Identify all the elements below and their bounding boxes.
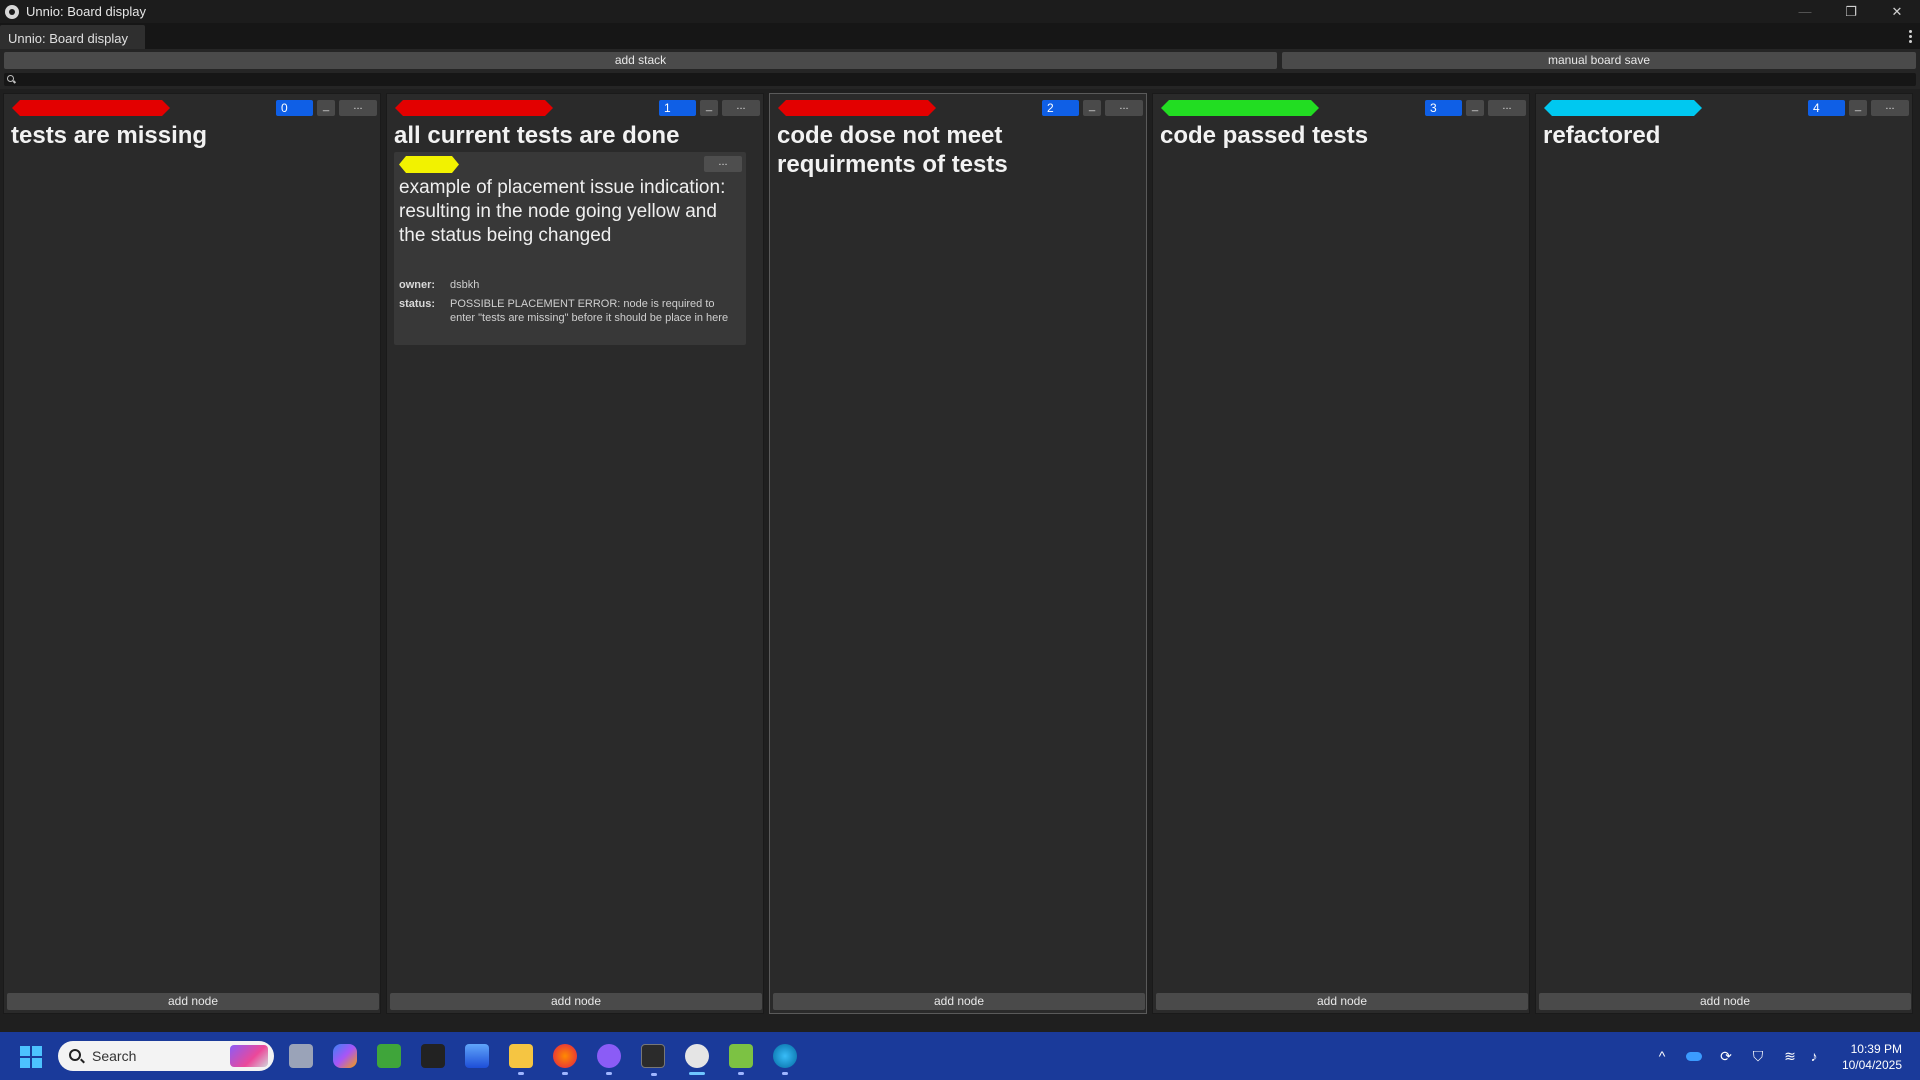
- notepad-icon[interactable]: [729, 1044, 753, 1075]
- stack-more-button[interactable]: ...: [1871, 100, 1909, 116]
- volume-icon[interactable]: ♪: [1804, 1044, 1824, 1068]
- task-view-icon[interactable]: [289, 1044, 313, 1068]
- stack-tag: [395, 100, 553, 116]
- add-node-button[interactable]: add node: [773, 993, 1145, 1010]
- unnio-app-icon: [5, 4, 19, 19]
- clock-time: 10:39 PM: [1850, 1042, 1902, 1056]
- stack-tag: [778, 100, 936, 116]
- wifi-icon[interactable]: ≋: [1780, 1044, 1800, 1068]
- shield-icon[interactable]: ⛉: [1748, 1044, 1768, 1068]
- stack-minimize-button[interactable]: _: [1466, 100, 1484, 116]
- acer-icon[interactable]: [421, 1044, 445, 1068]
- photos-icon[interactable]: [465, 1044, 489, 1068]
- stack-count-badge[interactable]: 2: [1042, 100, 1079, 116]
- stack-refactored: 4 _ ... refactored add node: [1535, 93, 1913, 1014]
- tray-overflow-chevron-icon[interactable]: ^: [1652, 1044, 1672, 1068]
- stack-more-button[interactable]: ...: [1105, 100, 1143, 116]
- unnio-icon[interactable]: [685, 1044, 709, 1075]
- node-more-button[interactable]: ...: [704, 156, 742, 172]
- search-input[interactable]: [4, 73, 1916, 86]
- clock-date: 10/04/2025: [1841, 1058, 1902, 1072]
- stack-title: tests are missing: [11, 122, 208, 149]
- stack-tests-are-missing: 0 _ ... tests are missing add node: [3, 93, 381, 1014]
- stack-count-badge[interactable]: 0: [276, 100, 313, 116]
- restore-button[interactable]: ❐: [1828, 0, 1874, 23]
- stack-count-badge[interactable]: 3: [1425, 100, 1462, 116]
- stack-title: refactored: [1543, 122, 1661, 149]
- stack-more-button[interactable]: ...: [722, 100, 760, 116]
- stack-code-passed-tests: 3 _ ... code passed tests add node: [1152, 93, 1530, 1014]
- firefox-icon[interactable]: [553, 1044, 577, 1075]
- windows-start-icon[interactable]: [20, 1046, 42, 1068]
- github-desktop-icon[interactable]: [597, 1044, 621, 1075]
- stack-count-badge[interactable]: 1: [659, 100, 696, 116]
- add-node-button[interactable]: add node: [7, 993, 379, 1010]
- add-node-button[interactable]: add node: [1539, 993, 1911, 1010]
- stack-title: all current tests are done: [394, 122, 680, 149]
- stack-code-dose-not-meet-requirments: 2 _ ... code dose not meet requirments o…: [769, 93, 1147, 1014]
- window-controls: — ❐ ✕: [1782, 0, 1920, 23]
- windows-taskbar: Search ^ ⟳ ⛉ ≋ ♪ 10:39 PM 10/04/2025: [0, 1032, 1920, 1080]
- taskbar-search-box[interactable]: Search: [58, 1041, 274, 1071]
- stack-tag: [1161, 100, 1319, 116]
- stack-all-current-tests-are-done: 1 _ ... all current tests are done ... e…: [386, 93, 764, 1014]
- minimize-button[interactable]: —: [1782, 0, 1828, 23]
- board: 0 _ ... tests are missing add node 1 _ .…: [0, 89, 1920, 1032]
- node-title: example of placement issue indication: r…: [399, 177, 726, 246]
- add-node-button[interactable]: add node: [390, 993, 762, 1010]
- onedrive-icon[interactable]: [1684, 1044, 1704, 1068]
- search-icon: [7, 75, 14, 82]
- status-value: POSSIBLE PLACEMENT ERROR: node is requir…: [450, 298, 729, 324]
- board-toolbar: add stack manual board save: [0, 49, 1920, 89]
- stack-minimize-button[interactable]: _: [1849, 100, 1867, 116]
- add-stack-button[interactable]: add stack: [4, 52, 1277, 69]
- minecraft-icon[interactable]: [377, 1044, 401, 1068]
- stack-minimize-button[interactable]: _: [1083, 100, 1101, 116]
- add-node-button[interactable]: add node: [1156, 993, 1528, 1010]
- tab-bar: Unnio: Board display: [0, 23, 1920, 49]
- stack-minimize-button[interactable]: _: [700, 100, 718, 116]
- sync-icon[interactable]: ⟳: [1716, 1044, 1736, 1068]
- node-status-field: status: POSSIBLE PLACEMENT ERROR: node i…: [399, 297, 744, 341]
- node-tag: [399, 156, 459, 173]
- manual-board-save-button[interactable]: manual board save: [1282, 52, 1916, 69]
- close-button[interactable]: ✕: [1874, 0, 1920, 23]
- owner-value: dsbkh: [450, 279, 480, 291]
- kebab-menu-icon[interactable]: [1906, 27, 1914, 45]
- file-explorer-icon[interactable]: [509, 1044, 533, 1075]
- taskbar-clock[interactable]: 10:39 PM 10/04/2025: [1842, 1041, 1902, 1073]
- search-highlight-image: [230, 1045, 268, 1067]
- stack-title: code passed tests: [1160, 122, 1369, 149]
- stack-minimize-button[interactable]: _: [317, 100, 335, 116]
- status-label: status:: [399, 298, 436, 310]
- copilot-icon[interactable]: [333, 1044, 357, 1068]
- search-icon: [69, 1049, 81, 1061]
- tab-board-display[interactable]: Unnio: Board display: [0, 25, 145, 49]
- stack-count-badge[interactable]: 4: [1808, 100, 1845, 116]
- stack-tag: [12, 100, 170, 116]
- globe-icon[interactable]: [773, 1044, 797, 1075]
- node-card[interactable]: ... example of placement issue indicatio…: [394, 152, 746, 345]
- stack-more-button[interactable]: ...: [1488, 100, 1526, 116]
- terminal-icon[interactable]: [641, 1044, 665, 1076]
- window-title: Unnio: Board display: [26, 4, 146, 19]
- title-bar: Unnio: Board display — ❐ ✕: [0, 0, 1920, 23]
- stack-tag: [1544, 100, 1702, 116]
- stack-more-button[interactable]: ...: [339, 100, 377, 116]
- stack-title: code dose not meet requirments of tests: [777, 122, 1008, 178]
- owner-label: owner:: [399, 279, 436, 291]
- node-owner-field: owner: dsbkh: [399, 278, 744, 292]
- taskbar-search-placeholder: Search: [92, 1048, 137, 1064]
